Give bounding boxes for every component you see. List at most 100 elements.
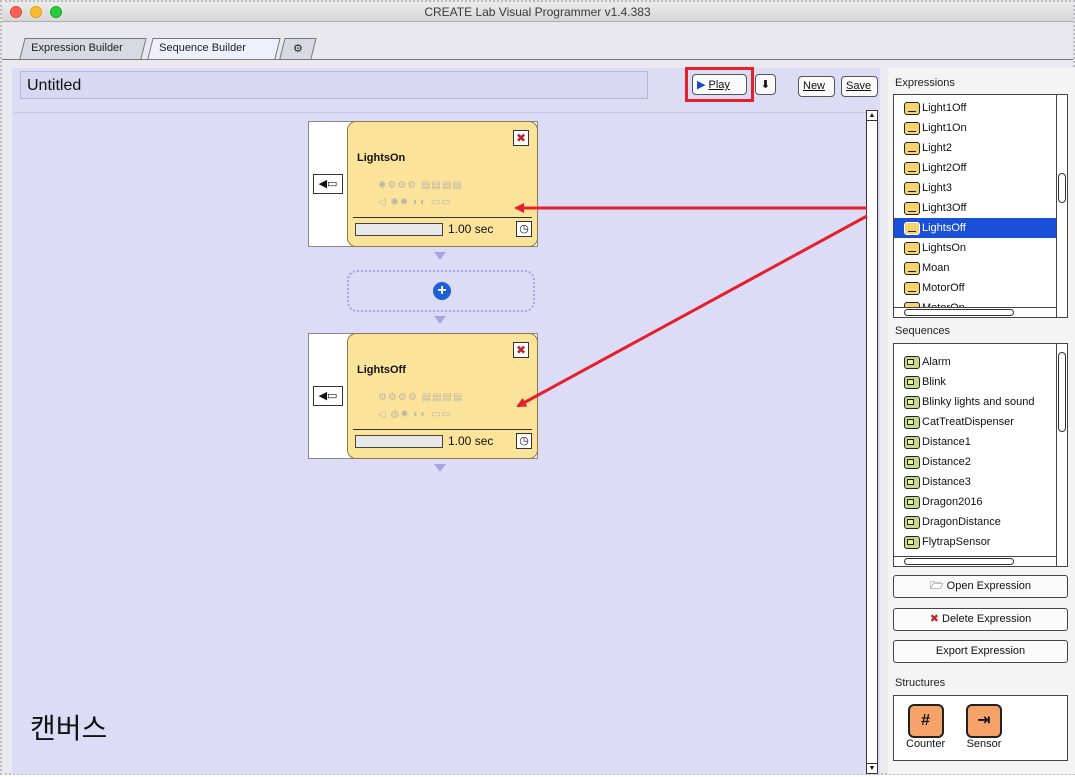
list-scrollbar[interactable]: [1056, 344, 1067, 566]
sequence-canvas[interactable]: ◀▭ LightsOn ✖ ✺⚙⚙⚙ ▤▤▤▤ ◁ ✺✹ ◐◐ ▭▭ 1.00 …: [14, 112, 866, 774]
counter-structure[interactable]: # Counter: [906, 704, 945, 750]
sequence-icon: [904, 416, 920, 429]
expression-icon: [904, 182, 920, 195]
expression-list-item[interactable]: Light1Off: [894, 98, 1067, 118]
sequence-list-item[interactable]: FlytrapSensor: [894, 532, 1067, 552]
sequence-item-label: Distance1: [922, 436, 971, 448]
download-icon: ⬇: [760, 79, 771, 91]
sequence-list-item[interactable]: CatTreatDispenser: [894, 412, 1067, 432]
expression-list-item[interactable]: Light3Off: [894, 198, 1067, 218]
delete-expression-button[interactable]: ✖ Delete Expression: [893, 608, 1068, 631]
sequence-list-item[interactable]: Distance3: [894, 472, 1067, 492]
expression-icon: [904, 122, 920, 135]
expression-card-name: LightsOn: [357, 152, 406, 164]
duration-label: 1.00 sec: [448, 222, 494, 236]
download-button[interactable]: ⬇: [755, 74, 776, 95]
tab-bar: Expression Builder Sequence Builder ⚙: [2, 22, 1073, 60]
sequence-icon: [904, 536, 920, 549]
structures-panel: # Counter ⇥ Sensor: [893, 695, 1068, 761]
counter-icon: #: [907, 704, 944, 738]
expression-item-label: MotorOff: [922, 282, 965, 294]
sequence-list-item[interactable]: Distance2: [894, 452, 1067, 472]
tab-label: Sequence Builder: [159, 42, 246, 54]
sequence-item-label: Distance2: [922, 456, 971, 468]
sequence-item-label: Blink: [922, 376, 946, 388]
expressions-list[interactable]: Light1Off Light1On Light2 Light2Off Light3 Li…: [893, 94, 1068, 318]
expression-card[interactable]: LightsOn ✖ ✺⚙⚙⚙ ▤▤▤▤ ◁ ✺✹ ◐◐ ▭▭ 1.00 sec…: [347, 121, 538, 247]
sequence-list-item[interactable]: Blink: [894, 372, 1067, 392]
scroll-down-icon[interactable]: ▼: [867, 763, 877, 773]
library-panel: Expressions Light1Off Light1On Light2 Light…: [888, 68, 1075, 774]
sequences-list[interactable]: Alarm Blink Blinky lights and sound CatTrea…: [893, 343, 1068, 567]
list-scrollbar[interactable]: [1056, 95, 1067, 317]
expression-icon: [904, 242, 920, 255]
connector-arrow: [434, 316, 446, 324]
sequence-list-item[interactable]: Alarm: [894, 352, 1067, 372]
insert-step-slot[interactable]: +: [347, 270, 535, 312]
expression-list-item[interactable]: LightsOff: [894, 218, 1067, 238]
save-button[interactable]: Save: [841, 76, 878, 97]
play-button[interactable]: ▶ Play: [692, 74, 747, 95]
sensor-label: Sensor: [966, 738, 1002, 750]
sequence-icon: [904, 496, 920, 509]
new-button[interactable]: New: [798, 76, 835, 97]
delete-step-icon[interactable]: ✖: [513, 130, 529, 146]
expression-icon: [904, 282, 920, 295]
expression-list-item[interactable]: Light2Off: [894, 158, 1067, 178]
canvas-annotation-label: 캔버스: [30, 712, 108, 745]
new-label: New: [803, 80, 826, 92]
step-options-button[interactable]: ◀▭: [313, 174, 343, 194]
open-expression-button[interactable]: 🗁 Open Expression: [893, 575, 1068, 598]
expression-list-item[interactable]: MotorOff: [894, 278, 1067, 298]
export-expression-button[interactable]: Export Expression: [893, 640, 1068, 663]
list-hscrollbar[interactable]: [894, 556, 1056, 566]
sequence-list-item[interactable]: Dragon2016: [894, 492, 1067, 512]
duration-slider[interactable]: [355, 435, 443, 448]
sequence-list-item[interactable]: Blinky lights and sound: [894, 392, 1067, 412]
delete-step-icon[interactable]: ✖: [513, 342, 529, 358]
expression-list-item[interactable]: LightsOn: [894, 238, 1067, 258]
add-step-icon[interactable]: +: [433, 282, 451, 300]
sequence-item-label: CatTreatDispenser: [922, 416, 1014, 428]
expression-icon: [904, 162, 920, 175]
expression-preview-icons: ◁ ◍✹ ◐◐ ▭▭: [378, 409, 453, 420]
sequence-step[interactable]: ◀▭ LightsOn ✖ ✺⚙⚙⚙ ▤▤▤▤ ◁ ✺✹ ◐◐ ▭▭ 1.00 …: [308, 121, 538, 247]
sequence-icon: [904, 516, 920, 529]
expression-item-label: Light1Off: [922, 102, 967, 114]
title-bar: CREATE Lab Visual Programmer v1.4.383: [2, 2, 1073, 22]
list-hscrollbar[interactable]: [894, 307, 1056, 317]
duration-slider[interactable]: [355, 223, 443, 236]
expression-icon: [904, 202, 920, 215]
connector-arrow: [434, 464, 446, 472]
expression-list-item[interactable]: Light1On: [894, 118, 1067, 138]
sequence-list-item[interactable]: Distance1: [894, 432, 1067, 452]
sequence-icon: [904, 356, 920, 369]
clock-icon[interactable]: ◷: [516, 433, 532, 449]
folder-icon: 🗁: [929, 580, 944, 592]
canvas-scrollbar[interactable]: ▲ ▼: [866, 110, 878, 774]
sequence-list-item[interactable]: DragonDistance: [894, 512, 1067, 532]
counter-label: Counter: [906, 738, 946, 750]
tab-divider: [2, 59, 1073, 60]
expression-preview-icons: ⚙⚙⚙⚙ ▤▤▤▤: [378, 392, 464, 403]
sensor-structure[interactable]: ⇥ Sensor: [966, 704, 1002, 750]
expression-list-item[interactable]: Moan: [894, 258, 1067, 278]
window-title: CREATE Lab Visual Programmer v1.4.383: [424, 5, 651, 19]
expression-item-label: Light1On: [922, 122, 967, 134]
tab-sequence-builder[interactable]: Sequence Builder: [147, 38, 281, 59]
sequence-title-field[interactable]: Untitled: [20, 71, 648, 99]
scroll-up-icon[interactable]: ▲: [867, 111, 877, 121]
step-options-button[interactable]: ◀▭: [313, 386, 343, 406]
expression-list-item[interactable]: Light3: [894, 178, 1067, 198]
expression-item-label: LightsOff: [922, 222, 966, 234]
sequence-icon: [904, 396, 920, 409]
expression-card[interactable]: LightsOff ✖ ⚙⚙⚙⚙ ▤▤▤▤ ◁ ◍✹ ◐◐ ▭▭ 1.00 se…: [347, 333, 538, 459]
tab-settings[interactable]: ⚙: [279, 38, 317, 59]
expression-list-item[interactable]: Light2: [894, 138, 1067, 158]
tab-expression-builder[interactable]: Expression Builder: [19, 38, 147, 59]
clock-icon[interactable]: ◷: [516, 221, 532, 237]
sequence-step[interactable]: ◀▭ LightsOff ✖ ⚙⚙⚙⚙ ▤▤▤▤ ◁ ◍✹ ◐◐ ▭▭ 1.00…: [308, 333, 538, 459]
connector-arrow: [434, 252, 446, 260]
sequence-item-label: Dragon2016: [922, 496, 983, 508]
delete-icon: ✖: [929, 613, 939, 625]
